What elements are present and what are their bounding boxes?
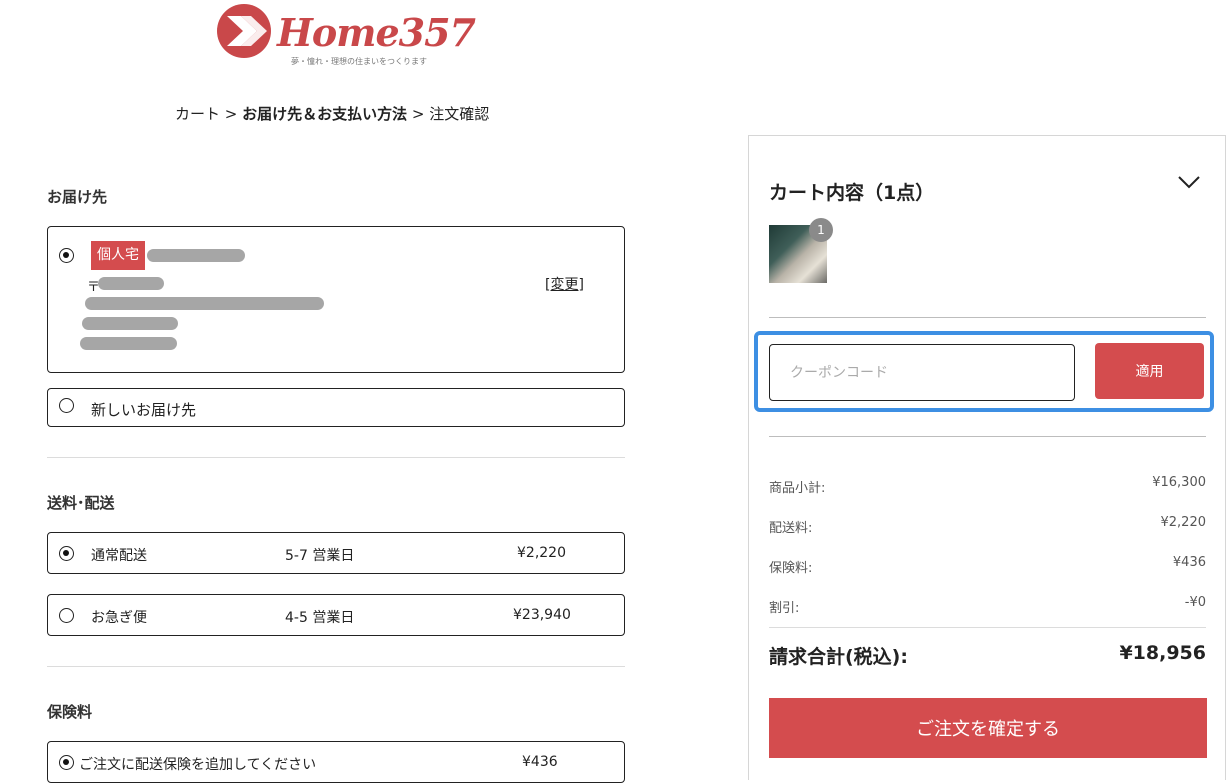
shipping-fee-label: 配送料: — [769, 521, 813, 536]
new-address-label: 新しいお届け先 — [91, 401, 197, 419]
panel-divider — [769, 436, 1206, 437]
saved-address-radio[interactable] — [59, 248, 74, 263]
chevron-down-icon[interactable] — [1176, 170, 1202, 192]
breadcrumb: カート > お届け先＆お支払い方法 > 注文確認 — [175, 103, 489, 124]
shipping-option-express[interactable]: お急ぎ便 4-5 営業日 ¥23,940 — [47, 594, 625, 636]
cart-item-quantity-badge: 1 — [809, 218, 833, 242]
insurance-section-title: 保険料 — [47, 703, 93, 721]
brand-logo[interactable]: Home357 夢・憧れ・理想の住まいをつくります — [215, 0, 476, 72]
redacted-address-line — [82, 317, 178, 330]
subtotal-value: ¥16,300 — [1152, 475, 1206, 490]
apply-coupon-button[interactable]: 適用 — [1095, 343, 1204, 399]
section-divider — [47, 666, 625, 667]
subtotal-label: 商品小計: — [769, 481, 826, 496]
confirm-order-button[interactable]: ご注文を確定する — [769, 698, 1207, 758]
shipping-option-days: 5-7 営業日 — [285, 548, 355, 564]
insurance-option-price: ¥436 — [522, 754, 558, 770]
total-label: 請求合計(税込): — [769, 646, 908, 668]
breadcrumb-current: お届け先＆お支払い方法 — [242, 105, 408, 123]
shipping-option-name: お急ぎ便 — [91, 610, 147, 626]
shipping-option-price: ¥23,940 — [513, 607, 571, 623]
insurance-radio[interactable] — [59, 755, 74, 770]
shipping-option-days: 4-5 営業日 — [285, 610, 355, 626]
saved-address-card[interactable]: 個人宅 〒 [変更] — [47, 226, 625, 373]
panel-divider — [769, 317, 1206, 318]
logo-wordmark: Home357 — [277, 10, 476, 55]
new-address-radio[interactable] — [59, 398, 74, 413]
shipping-option-standard[interactable]: 通常配送 5-7 営業日 ¥2,220 — [47, 532, 625, 574]
total-value: ¥18,956 — [1119, 642, 1206, 664]
new-address-option[interactable]: 新しいお届け先 — [47, 388, 625, 427]
redacted-phone — [80, 337, 177, 350]
logo-tagline: 夢・憧れ・理想の住まいをつくります — [291, 57, 427, 66]
insurance-fee-label: 保険料: — [769, 561, 813, 576]
shipping-fee-value: ¥2,220 — [1160, 515, 1207, 530]
change-address-link[interactable]: [変更] — [545, 274, 584, 294]
delivery-section-title: お届け先 — [47, 188, 108, 206]
insurance-fee-value: ¥436 — [1172, 555, 1206, 570]
shipping-section-title: 送料･配送 — [47, 494, 115, 512]
coupon-code-input[interactable] — [769, 344, 1075, 401]
shipping-express-radio[interactable] — [59, 608, 74, 623]
insurance-option-label: ご注文に配送保険を追加してください — [79, 757, 317, 773]
breadcrumb-separator: > — [220, 105, 243, 123]
logo-arrow-icon — [217, 4, 271, 58]
insurance-option[interactable]: ご注文に配送保険を追加してください ¥436 — [47, 741, 625, 783]
breadcrumb-separator: > — [407, 105, 430, 123]
breadcrumb-confirm: 注文確認 — [429, 105, 490, 123]
shipping-option-price: ¥2,220 — [517, 545, 566, 561]
residence-badge: 個人宅 — [91, 241, 145, 270]
redacted-name — [147, 249, 245, 262]
breadcrumb-cart[interactable]: カート — [175, 105, 220, 123]
redacted-address-line — [85, 297, 324, 310]
section-divider — [47, 457, 625, 458]
discount-label: 割引: — [769, 601, 800, 616]
discount-value: -¥0 — [1184, 595, 1206, 610]
cart-title: カート内容（1点） — [769, 182, 935, 204]
panel-divider — [769, 627, 1206, 628]
redacted-postal-code — [98, 277, 164, 290]
shipping-standard-radio[interactable] — [59, 546, 74, 561]
shipping-option-name: 通常配送 — [91, 548, 147, 564]
